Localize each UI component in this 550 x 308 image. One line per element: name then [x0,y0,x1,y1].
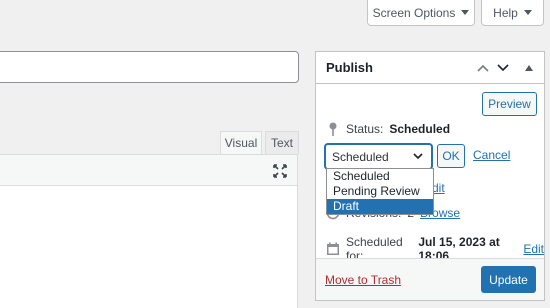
status-row: Status: Scheduled [326,122,450,136]
ok-label: OK [442,149,460,163]
tab-visual[interactable]: Visual [220,131,262,154]
editor-toolbar [0,155,297,186]
status-option-scheduled[interactable]: Scheduled [327,169,433,184]
screen-options-label: Screen Options [372,5,456,20]
preview-label: Preview [488,97,531,111]
tab-text-label: Text [270,136,293,150]
update-label: Update [489,272,528,287]
move-down-icon[interactable] [496,61,510,75]
fullscreen-icon[interactable] [273,164,287,178]
cancel-link[interactable]: Cancel [473,148,510,162]
publish-footer: Move to Trash Update [316,258,544,300]
update-button[interactable]: Update [481,266,536,293]
status-option-draft[interactable]: Draft [327,199,433,214]
help-button[interactable]: Help [481,0,544,26]
tab-text[interactable]: Text [265,131,299,154]
caret-down-icon [461,10,470,15]
post-title-input[interactable] [0,51,299,83]
status-label: Status: [346,122,384,136]
pin-icon [326,122,340,136]
publish-box: Publish Preview Status: Scheduled Schedu… [315,51,545,301]
collapse-toggle-icon[interactable] [522,61,536,75]
status-option-pending-review[interactable]: Pending Review [327,184,433,199]
ok-button[interactable]: OK [437,144,465,168]
caret-down-icon [523,10,532,15]
publish-title: Publish [326,60,373,75]
status-value: Scheduled [389,122,451,136]
preview-button[interactable]: Preview [482,92,537,116]
calendar-icon [326,242,340,256]
status-select[interactable]: Scheduled [325,144,432,169]
screen-options-button[interactable]: Screen Options [367,0,475,26]
schedule-edit-link[interactable]: Edit [523,242,544,256]
move-to-trash-link[interactable]: Move to Trash [325,273,401,287]
status-dropdown: Scheduled Pending Review Draft [326,168,434,215]
help-label: Help [493,5,518,20]
content-editor[interactable] [0,154,298,308]
publish-header: Publish [316,52,544,84]
chevron-down-icon [413,153,423,160]
status-select-value: Scheduled [332,149,389,164]
tab-visual-label: Visual [224,136,258,150]
move-up-icon[interactable] [476,61,490,75]
